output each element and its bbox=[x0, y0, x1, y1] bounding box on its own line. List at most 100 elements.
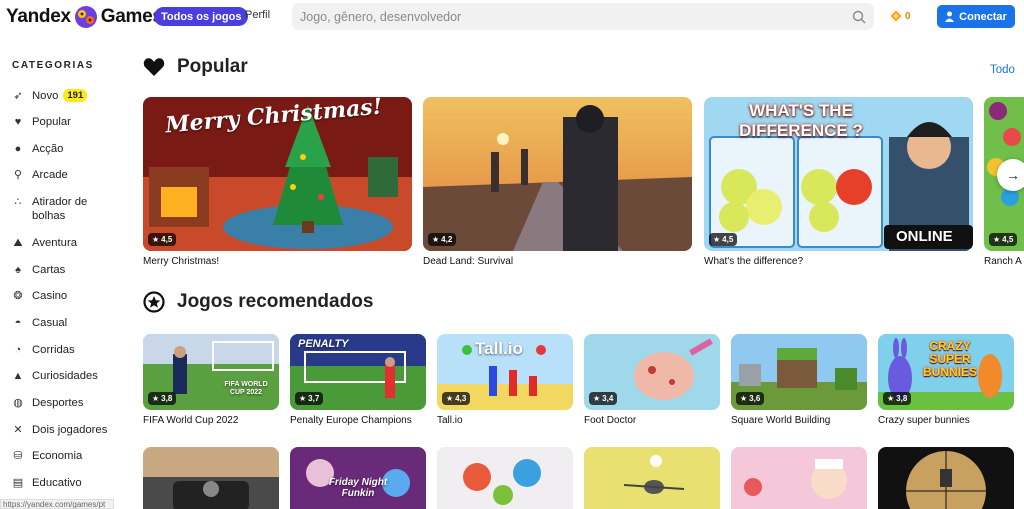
game-title[interactable]: Penalty Europe Champions bbox=[290, 415, 426, 426]
star-icon: ★ bbox=[887, 394, 895, 403]
rating-badge: ★ 3,4 bbox=[589, 392, 618, 405]
rocket-icon: ➶ bbox=[13, 90, 23, 102]
user-icon bbox=[945, 11, 955, 22]
game-title[interactable]: Crazy super bunnies bbox=[878, 415, 1014, 426]
game-title[interactable]: Foot Doctor bbox=[584, 415, 720, 426]
search-icon[interactable] bbox=[852, 10, 866, 24]
rating-badge: ★ 4,3 bbox=[442, 392, 471, 405]
game-card-row2-spider[interactable] bbox=[584, 447, 720, 509]
rating-badge: ★ 4,5 bbox=[989, 233, 1018, 246]
game-title[interactable]: Merry Christmas! bbox=[143, 256, 412, 267]
game-card-merry-christmas[interactable]: Merry Christmas! ★ 4,5 bbox=[143, 97, 412, 251]
see-all-popular-link[interactable]: Todo bbox=[990, 64, 1015, 76]
sidebar-item-novo[interactable]: ➶ Novo 191 bbox=[12, 89, 88, 103]
game-card-tall-io[interactable]: Tall.io ★ 4,3 bbox=[437, 334, 573, 410]
sidebar-item-label: Economia bbox=[32, 450, 83, 462]
android-icon: ◓ bbox=[14, 317, 22, 329]
rating-badge: ★ 4,5 bbox=[709, 233, 738, 246]
rating-badge: ★ 3,6 bbox=[736, 392, 765, 405]
rating-value: 4,5 bbox=[722, 235, 734, 244]
sidebar-item-label: Cartas bbox=[32, 264, 66, 276]
game-title[interactable]: FIFA World Cup 2022 bbox=[143, 415, 279, 426]
coins-icon: ⛁ bbox=[13, 450, 23, 462]
game-card-square-world-building[interactable]: ★ 3,6 bbox=[731, 334, 867, 410]
speedometer-icon: ◔ bbox=[14, 344, 22, 356]
heart-icon: ♥ bbox=[14, 116, 22, 128]
connect-button[interactable]: Conectar bbox=[937, 5, 1015, 28]
game-card-crazy-super-bunnies[interactable]: CRAZY SUPER BUNNIES ★ 3,8 bbox=[878, 334, 1014, 410]
sidebar-item-accao[interactable]: ● Acção bbox=[12, 142, 110, 156]
recommended-section-title: Jogos recomendados bbox=[143, 291, 373, 313]
game-card-row2-friday-night-funkin[interactable]: Friday Night Funkin bbox=[290, 447, 426, 509]
sidebar-item-dois-jogadores[interactable]: ✕ Dois jogadores bbox=[12, 423, 110, 437]
rating-badge: ★ 3,7 bbox=[295, 392, 324, 405]
nav-profile-tab[interactable]: Perfil bbox=[245, 9, 270, 21]
logo-text-yandex: Yandex bbox=[6, 6, 71, 27]
sidebar-item-label: Atirador de bolhas bbox=[32, 196, 88, 222]
sidebar-item-atirador-de-bolhas[interactable]: ∴ Atirador de bolhas bbox=[12, 195, 110, 223]
game-card-row2-sniper[interactable] bbox=[878, 447, 1014, 509]
thumbnail-art-title: CRAZY SUPER BUNNIES bbox=[922, 339, 977, 379]
coin-icon bbox=[890, 10, 902, 22]
sidebar-item-label: Popular bbox=[32, 116, 71, 128]
game-card-foot-doctor[interactable]: ★ 3,4 bbox=[584, 334, 720, 410]
nav-all-games-tab[interactable]: Todos os jogos bbox=[154, 7, 249, 26]
carousel-next-button[interactable]: → bbox=[997, 159, 1024, 191]
game-thumbnail bbox=[731, 447, 867, 509]
game-title[interactable]: Dead Land: Survival bbox=[423, 256, 692, 267]
sidebar-item-economia[interactable]: ⛁ Economia bbox=[12, 449, 110, 463]
spade-icon: ♠ bbox=[15, 264, 21, 276]
game-thumbnail bbox=[423, 97, 692, 251]
coins-balance[interactable]: 0 bbox=[890, 10, 911, 22]
sidebar-item-corridas[interactable]: ◔ Corridas bbox=[12, 343, 110, 357]
sidebar-item-label: Dois jogadores bbox=[32, 424, 108, 436]
thumbnail-art-title: Friday Night Funkin bbox=[328, 477, 388, 499]
chip-icon: ❂ bbox=[13, 290, 23, 302]
rating-value: 4,2 bbox=[441, 235, 453, 244]
game-card-row2-brawl[interactable] bbox=[437, 447, 573, 509]
sidebar-item-desportes[interactable]: ◍ Desportes bbox=[12, 396, 110, 410]
sidebar-item-casino[interactable]: ❂ Casino bbox=[12, 289, 110, 303]
game-thumbnail bbox=[437, 447, 573, 509]
game-thumbnail bbox=[878, 447, 1014, 509]
game-title[interactable]: Tall.io bbox=[437, 415, 573, 426]
sidebar-item-curiosidades[interactable]: ▲ Curiosidades bbox=[12, 369, 110, 383]
search-input[interactable] bbox=[300, 9, 852, 24]
game-card-whats-the-difference[interactable]: WHAT'S THE DIFFERENCE ? ONLINE ★ 4,5 bbox=[704, 97, 973, 251]
recommended-title-text: Jogos recomendados bbox=[177, 291, 374, 312]
thumbnail-art-title: PENALTY bbox=[298, 338, 349, 350]
game-card-fifa-world-cup-2022[interactable]: FIFA WORLD CUP 2022 ★ 3,8 bbox=[143, 334, 279, 410]
sidebar-item-aventura[interactable]: ⛰ Aventura bbox=[12, 236, 110, 250]
game-card-row2-moto[interactable] bbox=[143, 447, 279, 509]
sidebar-item-cartas[interactable]: ♠ Cartas bbox=[12, 263, 110, 277]
game-title[interactable]: What's the difference? bbox=[704, 256, 973, 267]
coins-count: 0 bbox=[905, 10, 911, 22]
rating-value: 3,7 bbox=[308, 394, 320, 403]
sidebar-item-label: Desportes bbox=[32, 397, 84, 409]
game-title[interactable]: Square World Building bbox=[731, 415, 867, 426]
game-title[interactable]: Ranch A bbox=[984, 256, 1024, 267]
sidebar-item-casual[interactable]: ◓ Casual bbox=[12, 316, 110, 330]
graduation-icon: ▲ bbox=[12, 370, 24, 382]
rating-value: 3,4 bbox=[602, 394, 614, 403]
thumbnail-art-title: WHAT'S THE DIFFERENCE ? bbox=[739, 101, 863, 140]
rating-value: 4,5 bbox=[161, 235, 173, 244]
rating-value: 3,8 bbox=[161, 394, 173, 403]
logo-icon bbox=[74, 6, 97, 28]
runner-icon: ⚲ bbox=[13, 169, 23, 181]
search-bar[interactable] bbox=[292, 3, 874, 30]
sidebar-item-arcade[interactable]: ⚲ Arcade bbox=[12, 168, 110, 182]
game-card-penalty-europe-champions[interactable]: PENALTY ★ 3,7 bbox=[290, 334, 426, 410]
game-card-row2-nurse[interactable] bbox=[731, 447, 867, 509]
sidebar-item-label: Curiosidades bbox=[32, 370, 98, 382]
yandex-games-logo[interactable]: Yandex Games bbox=[6, 5, 163, 29]
rating-badge: ★ 3,8 bbox=[148, 392, 177, 405]
sidebar-item-label: Acção bbox=[32, 143, 64, 155]
bomb-icon: ● bbox=[14, 143, 22, 155]
sidebar-item-label: Novo bbox=[32, 90, 59, 102]
sidebar-item-educativo[interactable]: ▤ Educativo bbox=[12, 476, 110, 490]
rating-value: 3,8 bbox=[896, 394, 908, 403]
thumbnail-online-label: ONLINE bbox=[896, 228, 953, 245]
game-card-dead-land-survival[interactable]: ★ 4,2 bbox=[423, 97, 692, 251]
sidebar-item-popular[interactable]: ♥ Popular bbox=[12, 115, 110, 129]
